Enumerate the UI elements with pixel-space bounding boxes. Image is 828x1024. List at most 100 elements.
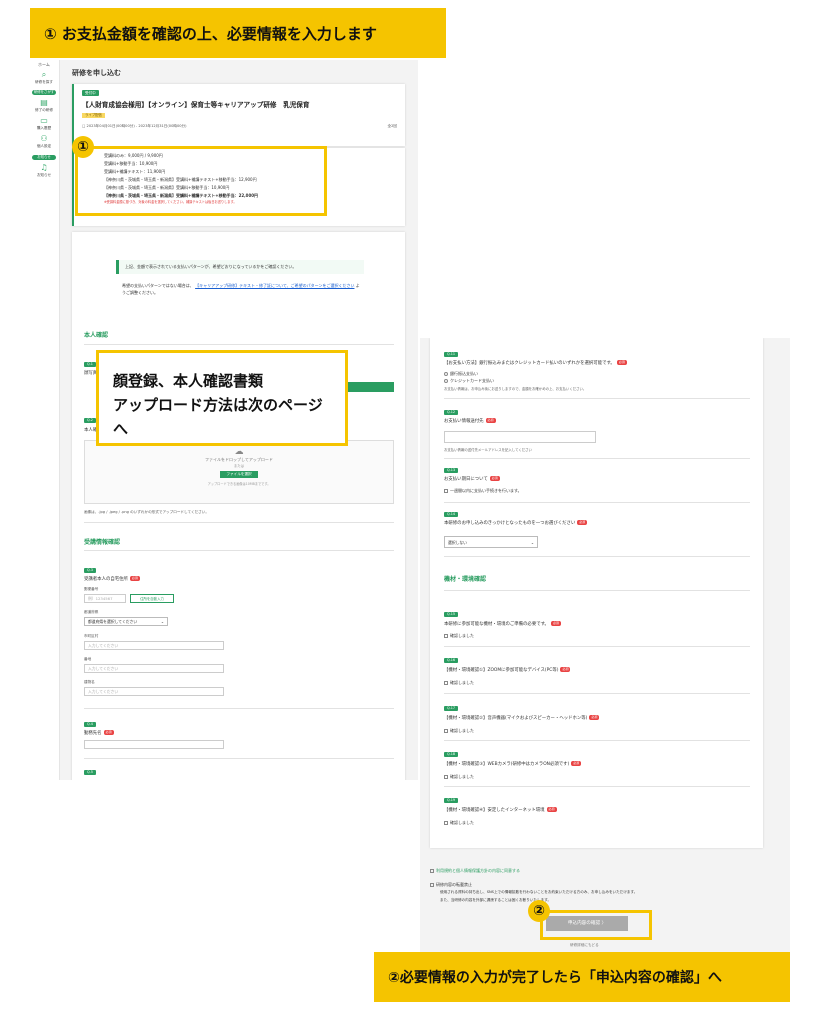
divider [84, 708, 394, 709]
checkbox-confirm-19[interactable]: 確認しました [444, 820, 474, 826]
sidebar-item-search[interactable]: ⌕ 研修を探す [30, 70, 58, 85]
building-input[interactable]: 入力してください [84, 687, 224, 696]
instruction-banner-top: ① お支払金額を確認の上、必要情報を入力します [30, 8, 446, 58]
referral-select[interactable]: 選択しない ⌄ [444, 536, 538, 548]
user-icon: ⚇ [40, 134, 48, 143]
question-badge: Q.1 [84, 362, 96, 367]
sidebar-item-label: 修了の研修 [35, 108, 53, 112]
sidebar-item-label: お知らせ [36, 173, 52, 177]
divider [444, 740, 750, 741]
question-badge: Q.5 [84, 770, 96, 775]
section-identity-heading: 本人確認 [84, 332, 109, 339]
sidebar-item-settings[interactable]: ⚇ 個人設定 [30, 134, 58, 149]
notice-pattern: 希望の支払いパターンではない場合は、 【キャリアアップ研修】テキスト・修了証につ… [122, 282, 362, 296]
question-badge: Q.18 [444, 752, 459, 757]
question-badge: Q.4 [84, 722, 96, 727]
address-input[interactable]: 入力してください [84, 664, 224, 673]
question-badge: Q.16 [444, 658, 459, 663]
sidebar-home-label[interactable]: ホーム [28, 62, 60, 68]
divider [84, 522, 394, 523]
payment-email-input[interactable] [444, 431, 596, 443]
question-badge: Q.13 [444, 468, 459, 473]
question-label: お支払い期日について 必須 [444, 476, 500, 482]
question-badge: Q.15 [444, 612, 459, 617]
building-label: 建物名 [84, 680, 95, 684]
workplace-input[interactable] [84, 740, 224, 749]
chevron-down-icon: ⌄ [160, 619, 164, 624]
checkbox-confirm-15[interactable]: 確認しました [444, 633, 474, 639]
question-badge: Q.14 [444, 512, 459, 517]
checkbox-payment-deadline[interactable]: 一週間以内に支払い手続きを行います。 [444, 488, 522, 494]
divider [444, 458, 750, 459]
course-session-count: 全2回 [387, 124, 397, 128]
callout-line-2: アップロード方法は次のページへ [113, 396, 323, 438]
checkbox-no-reprint[interactable]: 研修内容の転載禁止 [430, 882, 472, 888]
right-screenshot: Q.11 【お支払い方法】銀行振込みまたはクレジットカード払いのいずれかを選択可… [420, 338, 790, 954]
cloud-upload-icon: ☁ [234, 447, 244, 457]
radio-bank-transfer[interactable]: 銀行振込支払い [444, 371, 478, 377]
question-label: 【機材・環境確認①】ZOOMに参加可能なデバイス(PC等) 必須 [444, 667, 571, 673]
form-card-continued: Q.11 【お支払い方法】銀行振込みまたはクレジットカード払いのいずれかを選択可… [430, 338, 763, 848]
sidebar-item-completed[interactable]: ▤ 修了の研修 [30, 98, 58, 113]
question-label: 【機材・環境確認④】安定したインターネット環境 必須 [444, 807, 557, 813]
postal-label: 郵便番号 [84, 587, 99, 591]
sidebar-item-label: 購入履歴 [36, 126, 52, 130]
no-reprint-text: 使用される資料の持ち出し、SNS上での情報拡散を行わないことをお約束いただける方… [440, 890, 638, 894]
checkbox-confirm-17[interactable]: 確認しました [444, 728, 474, 734]
payment-note: お支払い情報は、お申込み後にお送りしますので、金額をお確かめの上、お支払いくださ… [444, 387, 587, 391]
payment-email-note: お支払い情報の送付先メールアドレスを記入してください [444, 448, 532, 452]
city-input[interactable]: 入力してください [84, 641, 224, 650]
question-badge: Q.2 [84, 418, 96, 423]
divider [444, 556, 750, 557]
checkbox-confirm-18[interactable]: 確認しました [444, 774, 474, 780]
marker-one: ① [72, 136, 94, 158]
status-badge: 受付中 [82, 90, 99, 96]
file-dropzone[interactable]: ☁ ファイルをドロップしてアップロード または ファイルを選択 アップロードでき… [84, 440, 394, 504]
back-to-course-link[interactable]: 研修詳細にもどる [570, 943, 599, 948]
address-label: 番地 [84, 657, 92, 661]
notice-pattern-text: 希望の支払いパターンではない場合は、 [122, 283, 194, 288]
divider [444, 786, 750, 787]
section-environment-heading: 機材・環境確認 [444, 576, 487, 583]
question-label: 勤務先名 必須 [84, 730, 114, 736]
bell-icon: ♫ [40, 163, 48, 172]
callout-line-1: 顔登録、本人確認書類 [113, 372, 264, 390]
postal-code-input[interactable]: 例）1234567 [84, 594, 126, 603]
sidebar: ホーム ⌕ 研修を探す 研修をさがす ▤ 修了の研修 ▭ 購入履歴 ⚇ 個人設定… [28, 60, 60, 780]
sidebar-item-label: 個人設定 [36, 144, 52, 148]
delivery-badge: ライブ配信 [82, 113, 105, 118]
callout-face-id: 顔登録、本人確認書類 アップロード方法は次のページへ [96, 350, 348, 446]
card-icon: ▭ [40, 116, 48, 125]
divider [84, 758, 394, 759]
instruction-banner-bottom: ②必要情報の入力が完了したら「申込内容の確認」へ [374, 952, 790, 1002]
divider [444, 502, 750, 503]
sidebar-pill-course: 研修をさがす [32, 90, 56, 95]
sidebar-item-purchases[interactable]: ▭ 購入履歴 [30, 116, 58, 131]
radio-credit-card[interactable]: クレジットカード支払い [444, 378, 494, 384]
divider [444, 646, 750, 647]
question-badge: Q.12 [444, 410, 459, 415]
prefecture-label: 都道府県 [84, 610, 99, 614]
highlight-fee-box [75, 146, 327, 216]
address-autofill-button[interactable]: 住所を自動入力 [130, 594, 174, 603]
question-badge: Q.11 [444, 352, 459, 357]
prefecture-select[interactable]: 都道府県を選択してください ⌄ [84, 617, 168, 626]
sidebar-item-news[interactable]: ♫ お知らせ [30, 163, 58, 178]
chevron-down-icon: ⌄ [530, 540, 534, 545]
highlight-submit-button [540, 910, 652, 940]
search-icon: ⌕ [41, 70, 47, 79]
question-label: 本研修のお申し込みのきっかけとなったものを一つお選びください 必須 [444, 520, 588, 526]
divider [444, 693, 750, 694]
file-select-button[interactable]: ファイルを選択 [220, 471, 258, 478]
course-period: □ 2023年04月01日(00時00分) - 2023年12月31日(00時0… [82, 124, 187, 128]
question-label: お支払い情報送付先 必須 [444, 418, 496, 424]
checkbox-confirm-16[interactable]: 確認しました [444, 680, 474, 686]
page-title: 研修を申し込む [72, 69, 121, 77]
question-badge: Q.19 [444, 798, 459, 803]
marker-two: ② [528, 900, 550, 922]
pattern-help-link[interactable]: 【キャリアアップ研修】テキスト・修了証について、ご希望のパターンをご選択ください [195, 283, 354, 288]
question-badge: Q.3 [84, 568, 96, 573]
checkbox-agree-terms[interactable]: 利用規約と個人情報保護方針の内容に同意する [430, 868, 520, 874]
upload-hint: アップロードできる画像は10MBまでです。 [207, 482, 271, 486]
question-badge: Q.17 [444, 706, 459, 711]
